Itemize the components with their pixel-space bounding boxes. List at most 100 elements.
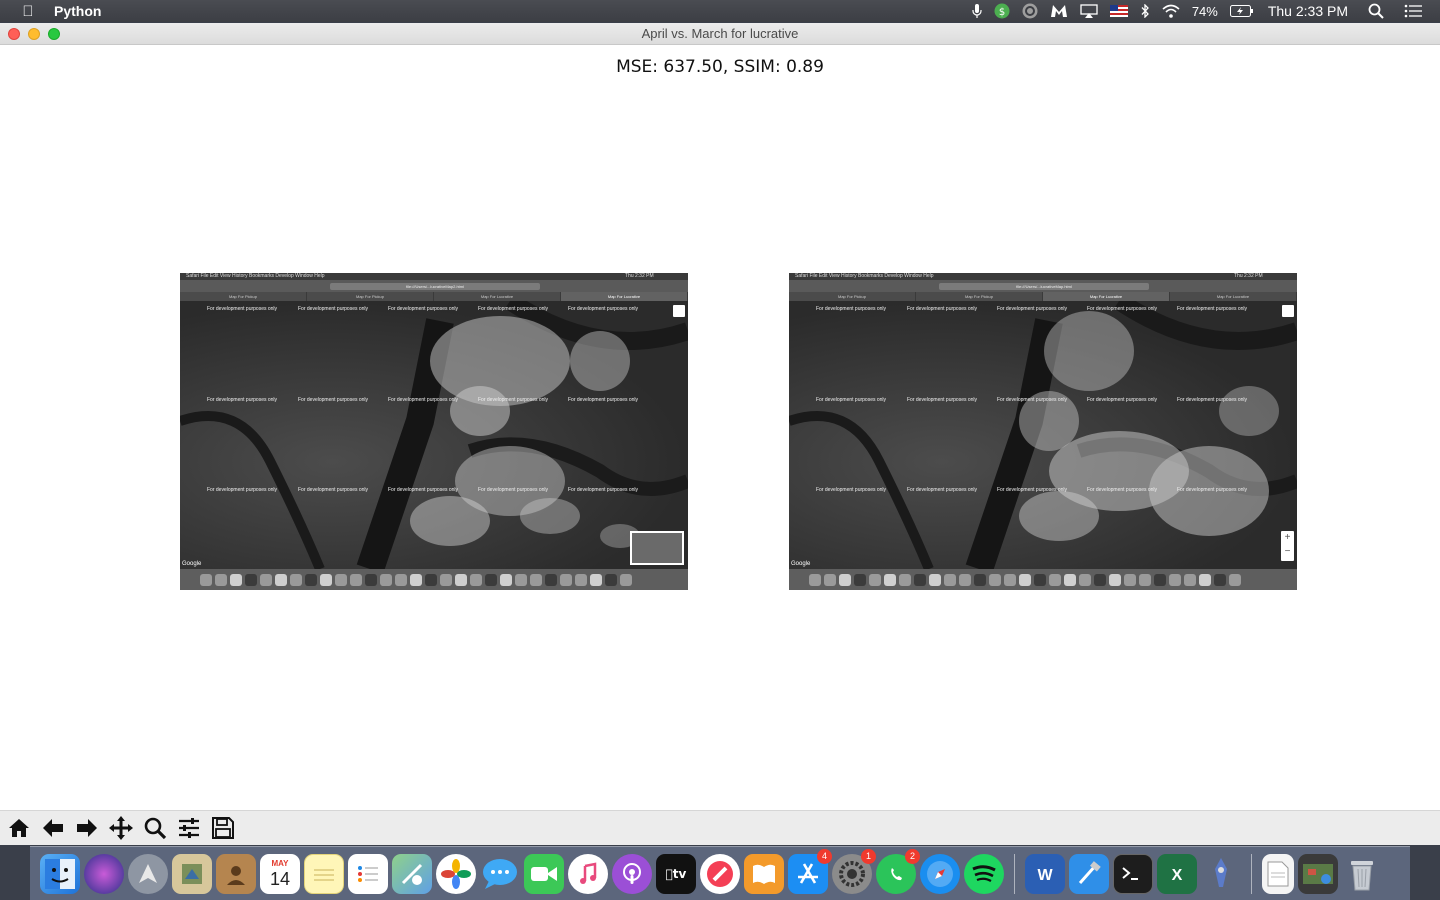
malwarebytes-icon[interactable] [1044, 0, 1074, 22]
screenshot-tab-bar: Map For Pickup Map For Pickup Map For Lu… [789, 292, 1297, 301]
menu-bar:  Python $ 74% Thu 2:33 PM [0, 0, 1440, 22]
photos-icon[interactable] [436, 853, 476, 894]
svg-text:W: W [1037, 867, 1053, 884]
us-flag-icon[interactable] [1104, 0, 1134, 22]
app-store-icon[interactable]: 4 [788, 848, 832, 894]
map-watermark: For development purposes only [478, 306, 549, 312]
map-watermark: For development purposes only [1177, 487, 1248, 493]
map-watermark: For development purposes only [298, 397, 369, 403]
notification-center-icon[interactable] [1390, 0, 1440, 22]
save-icon[interactable] [208, 813, 238, 843]
screenshot-tab: Map For Pickup [180, 292, 307, 301]
instruments-icon[interactable] [1201, 854, 1241, 894]
microphone-icon[interactable] [966, 0, 988, 22]
map-watermark: For development purposes only [997, 306, 1068, 312]
heatmap-satellite-view: For development purposes only For develo… [180, 301, 688, 569]
map-watermark: For development purposes only [997, 397, 1068, 403]
back-arrow-icon[interactable] [38, 813, 68, 843]
pan-icon[interactable] [106, 813, 136, 843]
map-watermark: For development purposes only [388, 397, 459, 403]
map-watermark: For development purposes only [478, 487, 549, 493]
launchpad-icon[interactable] [128, 853, 168, 894]
books-icon[interactable] [744, 853, 784, 894]
dock-separator [1014, 853, 1015, 894]
right-map-screenshot: Safari File Edit View History Bookmarks … [789, 273, 1297, 590]
map-watermark: For development purposes only [1177, 306, 1248, 312]
svg-text:tv: tv [666, 867, 687, 881]
apple-tv-icon[interactable]: tv [656, 853, 696, 894]
map-watermark: For development purposes only [1087, 487, 1158, 493]
map-watermark: For development purposes only [207, 487, 278, 493]
wifi-icon[interactable] [1156, 0, 1186, 22]
sync-app-icon[interactable] [1016, 0, 1044, 22]
map-terrain-graphic [789, 301, 1297, 569]
itunes-music-icon[interactable] [568, 853, 608, 894]
screenshot-dock [789, 569, 1297, 590]
news-icon[interactable] [700, 853, 740, 894]
apple-menu-icon[interactable]:  [10, 3, 46, 20]
window-titlebar[interactable]: April vs. March for lucrative [0, 23, 1440, 45]
map-watermark: For development purposes only [298, 306, 369, 312]
downloads-stack-icon[interactable] [1298, 853, 1338, 894]
xcode-icon[interactable] [1069, 853, 1109, 894]
home-icon[interactable] [4, 813, 34, 843]
facetime-icon[interactable] [524, 853, 564, 894]
app-store-badge: 4 [817, 848, 832, 864]
minimize-window-button[interactable] [28, 28, 40, 40]
zoom-icon[interactable] [140, 813, 170, 843]
map-watermark: For development purposes only [207, 306, 278, 312]
finder-icon[interactable] [40, 853, 80, 894]
siri-icon[interactable] [84, 853, 124, 894]
map-watermark: For development purposes only [907, 306, 978, 312]
map-watermark: For development purposes only [568, 487, 639, 493]
close-window-button[interactable] [8, 28, 20, 40]
app-name-menu[interactable]: Python [54, 3, 101, 19]
screenshot-dock [180, 569, 688, 590]
dollar-app-icon[interactable]: $ [988, 0, 1016, 22]
svg-text:X: X [1172, 867, 1183, 884]
spotlight-search-icon[interactable] [1362, 0, 1390, 22]
contacts-icon[interactable] [216, 853, 256, 894]
microsoft-excel-icon[interactable]: X [1157, 853, 1197, 894]
mail-stamp-icon[interactable] [172, 853, 212, 894]
screenshot-tab: Map For Lucrative [1170, 292, 1297, 301]
svg-text:$: $ [999, 7, 1005, 18]
status-menus: $ 74% Thu 2:33 PM [966, 0, 1440, 22]
podcasts-icon[interactable] [612, 853, 652, 894]
screenshot-menu-items: Safari File Edit View History Bookmarks … [795, 273, 934, 279]
bluetooth-icon[interactable] [1134, 0, 1156, 22]
microsoft-word-icon[interactable]: W [1025, 853, 1065, 894]
whatsapp-icon[interactable]: 2 [876, 848, 920, 894]
spotify-icon[interactable] [964, 853, 1004, 894]
map-watermark: For development purposes only [478, 397, 549, 403]
messages-icon[interactable] [480, 854, 520, 894]
screenshot-browser-toolbar: file:///Users/...lucrativeMap.html [789, 280, 1297, 292]
map-watermark: For development purposes only [816, 306, 887, 312]
map-zoom-control: + − [1281, 531, 1294, 561]
screenshot-menubar: Safari File Edit View History Bookmarks … [180, 273, 688, 280]
reminders-icon[interactable] [348, 853, 388, 894]
terminal-icon[interactable] [1113, 853, 1153, 894]
map-terrain-graphic [180, 301, 688, 569]
screenshot-url-bar: file:///Users/...lucrativeMap.html [939, 283, 1149, 290]
screenshot-menubar: Safari File Edit View History Bookmarks … [789, 273, 1297, 280]
maps-icon[interactable] [392, 853, 432, 894]
battery-percent[interactable]: 74% [1186, 0, 1224, 22]
system-preferences-icon[interactable]: 1 [832, 848, 876, 894]
document-docx-icon[interactable] [1262, 853, 1294, 894]
maximize-window-button[interactable] [48, 28, 60, 40]
map-watermark: For development purposes only [997, 487, 1068, 493]
screenshot-clock: Thu 2:32 PM [625, 273, 654, 279]
trash-icon[interactable] [1342, 854, 1382, 894]
menubar-clock[interactable]: Thu 2:33 PM [1260, 0, 1362, 22]
dock-separator [1251, 853, 1252, 894]
screenshot-url-bar: file:///Users/...lucrativeMap2.html [330, 283, 540, 290]
notes-icon[interactable] [304, 853, 344, 894]
safari-icon[interactable] [920, 853, 960, 894]
configure-subplots-icon[interactable] [174, 813, 204, 843]
airplay-icon[interactable] [1074, 0, 1104, 22]
calendar-icon[interactable]: MAY 14 [260, 853, 300, 894]
forward-arrow-icon[interactable] [72, 813, 102, 843]
screenshot-browser-toolbar: file:///Users/...lucrativeMap2.html [180, 280, 688, 292]
battery-icon[interactable] [1224, 0, 1260, 22]
